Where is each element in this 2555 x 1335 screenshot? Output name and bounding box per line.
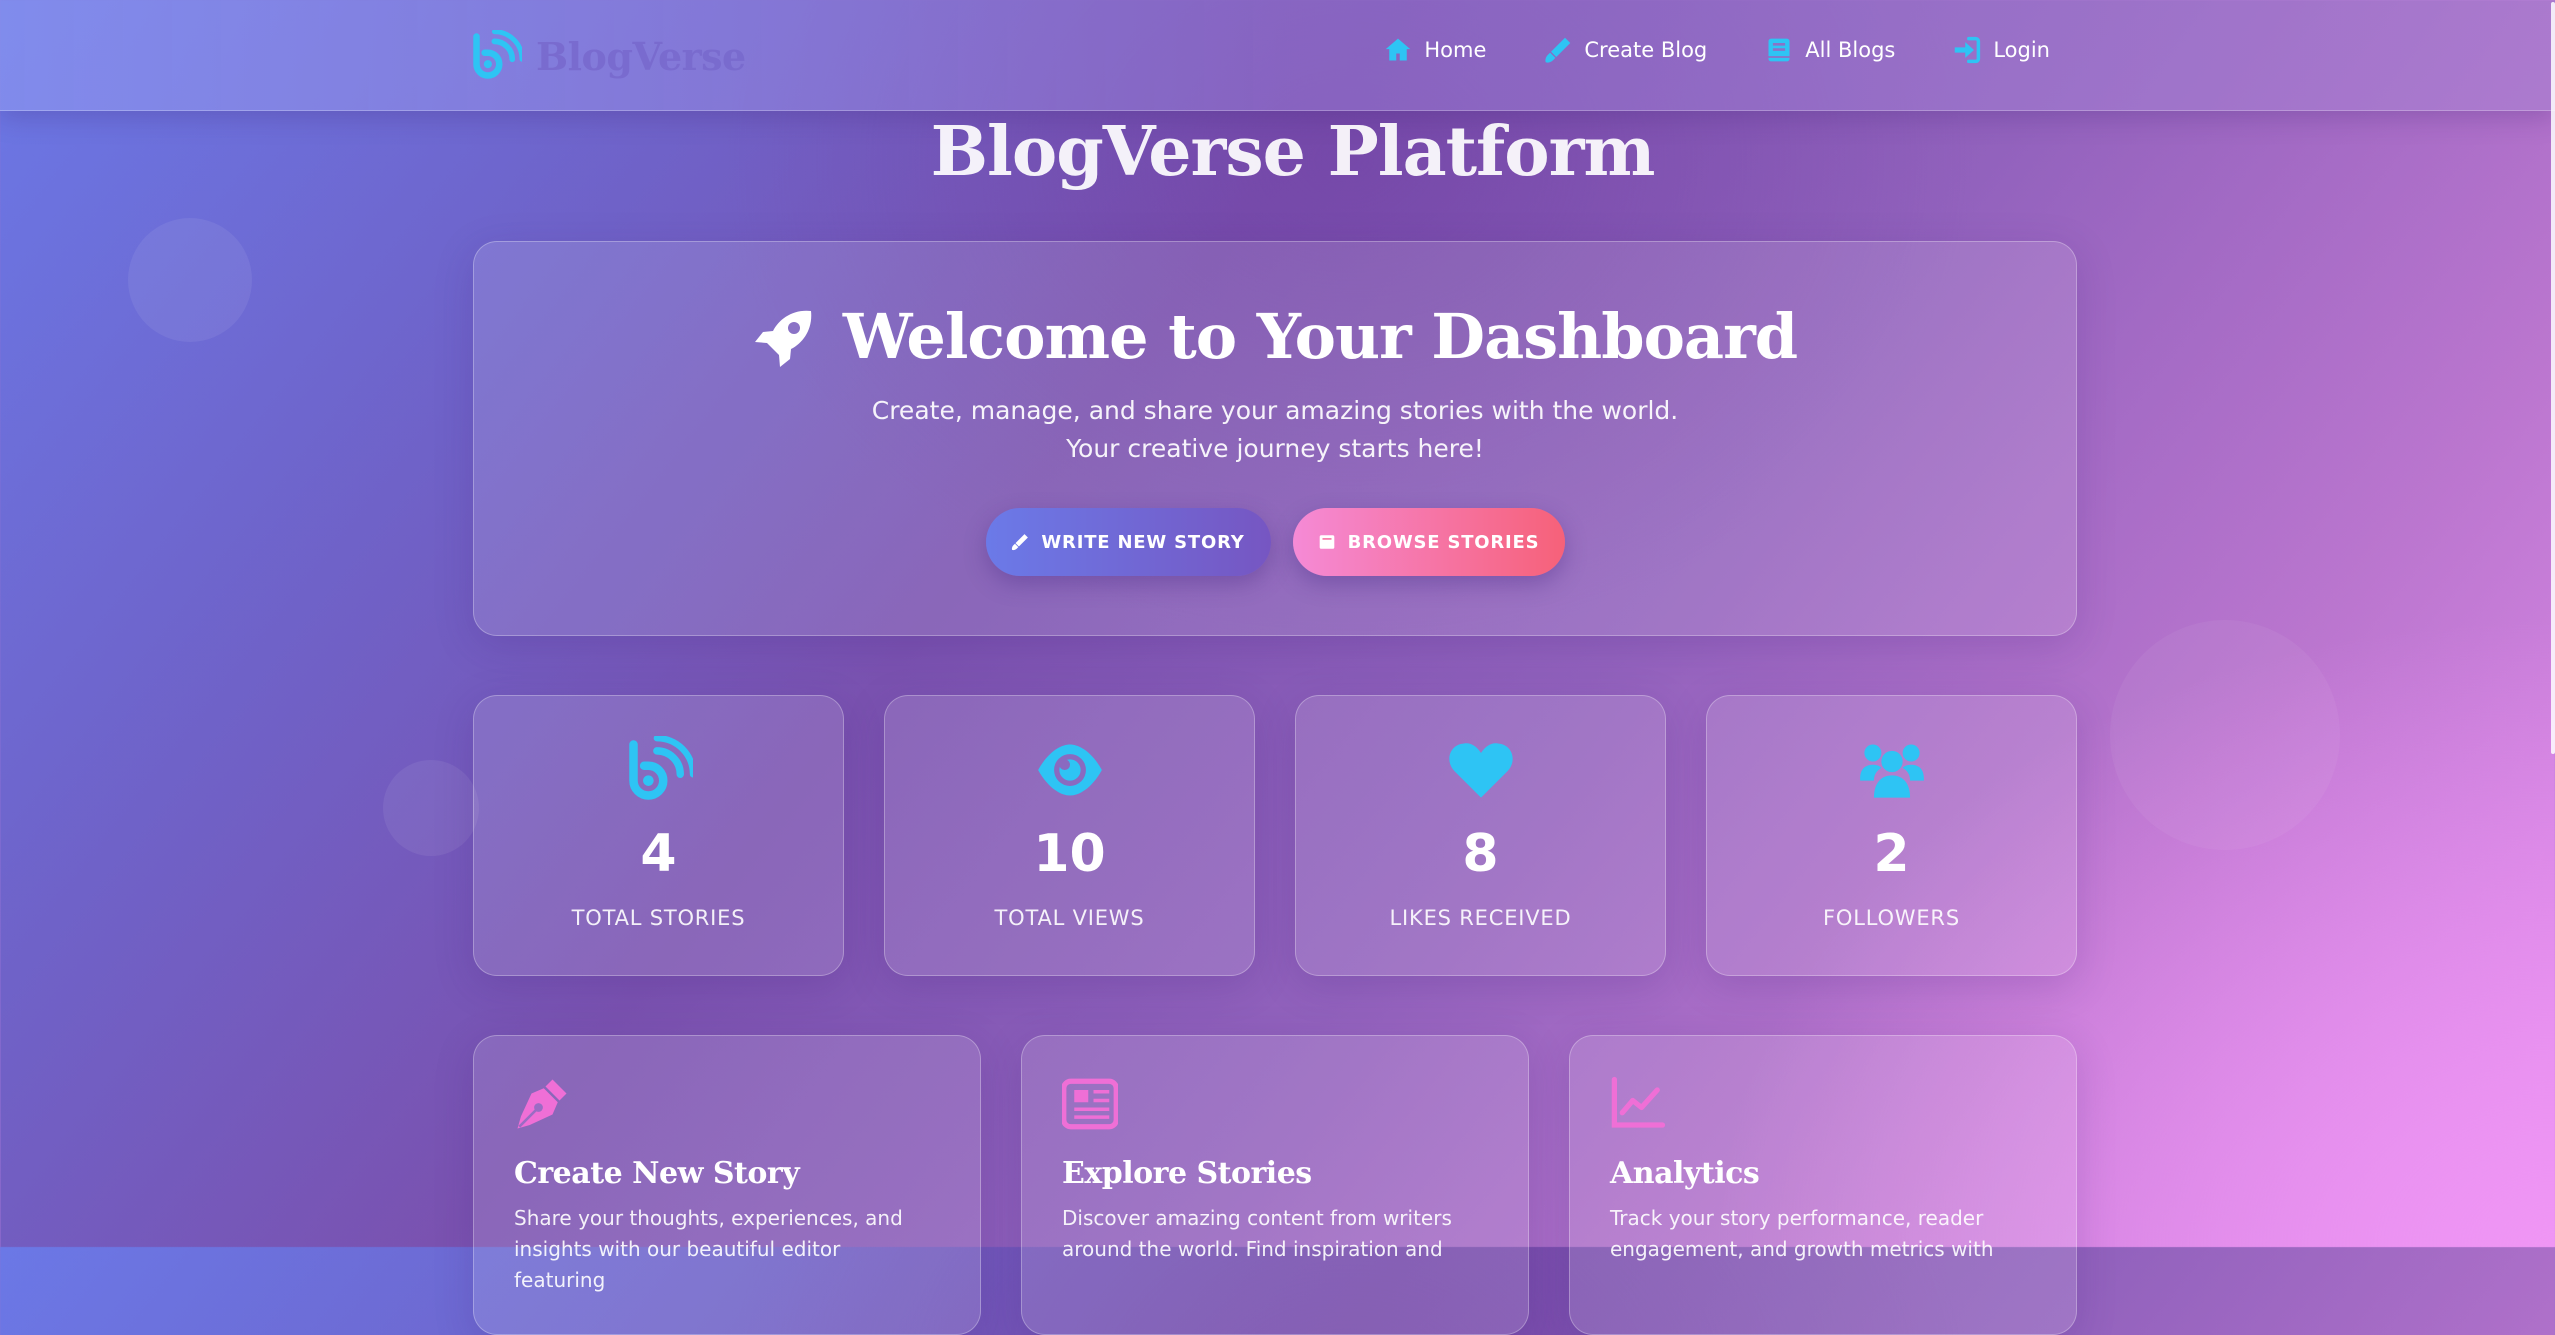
feature-description: Track your story performance, reader eng… <box>1610 1203 2030 1265</box>
brand-name: BlogVerse <box>536 33 746 79</box>
feature-description-line: Track your story performance, reader <box>1610 1206 1984 1230</box>
browse-stories-label: BROWSE STORIES <box>1347 531 1540 553</box>
blog-icon <box>628 736 693 800</box>
write-new-story-button[interactable]: WRITE NEW STORY <box>985 508 1271 576</box>
welcome-title: Welcome to Your Dashboard <box>842 300 1798 373</box>
hero-buttons: WRITE NEW STORY BROWSE STORIES <box>474 508 2076 576</box>
scrollbar-thumb[interactable] <box>2551 2 2555 754</box>
stat-label: FOLLOWERS <box>1823 906 1960 930</box>
eye-icon <box>1037 744 1102 796</box>
feature-card-create-story[interactable]: Create New Story Share your thoughts, ex… <box>473 1035 981 1335</box>
bg-decor-circle <box>128 218 252 342</box>
stat-value: 2 <box>1873 824 1910 884</box>
nav-all-blogs[interactable]: All Blogs <box>1765 36 1895 64</box>
feature-description-line: insights with our beautiful editor featu… <box>514 1237 841 1292</box>
book-icon <box>1319 535 1334 549</box>
pen-icon <box>1545 37 1571 63</box>
feature-description-line: engagement, and growth metrics with <box>1610 1237 1994 1261</box>
bg-decor-circle <box>383 760 479 856</box>
feature-description-line: around the world. Find inspiration and <box>1062 1237 1443 1261</box>
stat-value: 8 <box>1462 824 1499 884</box>
stat-value: 4 <box>640 824 677 884</box>
feature-description: Discover amazing content from writers ar… <box>1062 1203 1482 1265</box>
nav-home-label: Home <box>1424 38 1487 62</box>
stat-card-total-views: 10 TOTAL VIEWS <box>884 695 1255 976</box>
nav-login-label: Login <box>1993 38 2050 62</box>
nav-login[interactable]: Login <box>1953 36 2050 64</box>
pen-icon <box>1012 534 1029 551</box>
feature-card-explore-stories[interactable]: Explore Stories Discover amazing content… <box>1021 1035 1529 1335</box>
nav-all-blogs-label: All Blogs <box>1805 38 1896 62</box>
fountain-pen-icon <box>517 1079 567 1129</box>
navbar: BlogVerse Home Create Blog All Blogs Log… <box>0 0 2555 111</box>
feature-title: Analytics <box>1610 1156 1760 1191</box>
stat-label: TOTAL VIEWS <box>994 906 1145 930</box>
features-row: Create New Story Share your thoughts, ex… <box>473 1035 2077 1335</box>
login-icon <box>1955 36 1981 64</box>
stat-label: TOTAL STORIES <box>571 906 746 930</box>
chart-line-icon <box>1611 1076 1666 1128</box>
book-icon <box>1768 38 1790 62</box>
nav-links: Home Create Blog All Blogs Login <box>1384 36 2050 64</box>
feature-description-line: Share your thoughts, experiences, and <box>514 1206 903 1230</box>
feature-title: Explore Stories <box>1062 1156 1312 1191</box>
users-icon <box>1859 744 1924 798</box>
feature-description: Share your thoughts, experiences, and in… <box>514 1203 934 1296</box>
stat-value: 10 <box>1033 824 1106 884</box>
stat-label: LIKES RECEIVED <box>1389 906 1572 930</box>
stat-card-likes-received: 8 LIKES RECEIVED <box>1295 695 1666 976</box>
stats-row: 4 TOTAL STORIES 10 TOTAL VIEWS 8 LIKES R… <box>473 695 2077 976</box>
stat-card-total-stories: 4 TOTAL STORIES <box>473 695 844 976</box>
browse-stories-button[interactable]: BROWSE STORIES <box>1292 508 1565 576</box>
brand-logo[interactable]: BlogVerse <box>470 26 746 86</box>
nav-create-blog[interactable]: Create Blog <box>1544 36 1707 64</box>
welcome-subtitle: Create, manage, and share your amazing s… <box>474 392 2076 468</box>
stat-card-followers: 2 FOLLOWERS <box>1706 695 2077 976</box>
feature-title: Create New Story <box>514 1156 800 1191</box>
write-new-story-label: WRITE NEW STORY <box>1041 531 1245 553</box>
bg-decor-circle <box>2110 620 2340 850</box>
welcome-subtitle-line: Create, manage, and share your amazing s… <box>871 396 1679 425</box>
welcome-subtitle-line: Your creative journey starts here! <box>1066 434 1484 463</box>
page-title: BlogVerse Platform <box>930 112 1656 192</box>
nav-home[interactable]: Home <box>1384 36 1486 64</box>
rocket-icon <box>754 310 812 367</box>
welcome-heading: Welcome to Your Dashboard <box>474 300 2076 373</box>
feature-description-line: Discover amazing content from writers <box>1062 1206 1452 1230</box>
blog-icon <box>473 30 522 79</box>
newspaper-icon <box>1062 1078 1118 1130</box>
feature-card-analytics[interactable]: Analytics Track your story performance, … <box>1569 1035 2077 1335</box>
home-icon <box>1386 38 1411 61</box>
welcome-card: Welcome to Your Dashboard Create, manage… <box>473 241 2077 636</box>
nav-create-blog-label: Create Blog <box>1584 38 1708 62</box>
heart-icon <box>1448 743 1513 798</box>
